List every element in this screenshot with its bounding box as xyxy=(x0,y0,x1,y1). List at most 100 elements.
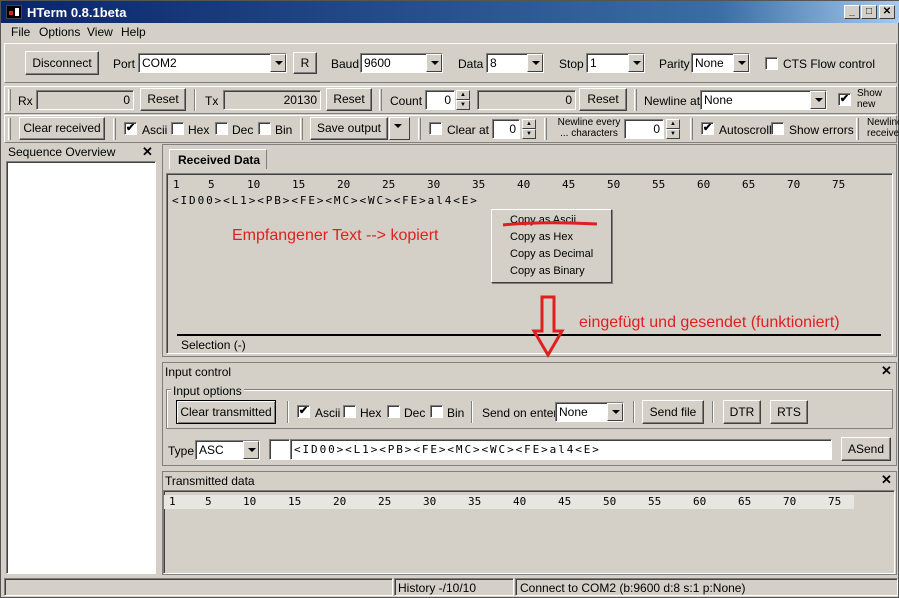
count-input[interactable]: 0 xyxy=(425,90,455,110)
ruler-tick: 1 xyxy=(173,178,180,191)
tx-reset-button[interactable]: Reset xyxy=(326,88,372,111)
newline-every-up-icon[interactable]: ▲ xyxy=(666,119,680,129)
autoscroll-label: Autoscroll xyxy=(719,123,772,137)
menu-options[interactable]: Options xyxy=(39,25,80,39)
toolbar-grip[interactable] xyxy=(544,118,547,140)
maximize-icon[interactable]: □ xyxy=(861,5,877,19)
ruler-tick: 60 xyxy=(697,178,711,191)
newline-every-down-icon[interactable]: ▼ xyxy=(666,129,680,139)
count-down-icon[interactable]: ▼ xyxy=(456,100,470,110)
save-output-dropdown[interactable] xyxy=(389,117,410,140)
clear-transmitted-button[interactable]: Clear transmitted xyxy=(176,400,276,424)
chevron-down-icon[interactable] xyxy=(733,54,749,72)
refresh-ports-button[interactable]: R xyxy=(293,52,317,74)
show-errors-checkbox[interactable] xyxy=(771,122,784,135)
ruler-tick: 75 xyxy=(832,178,846,191)
baud-label: Baud xyxy=(331,57,360,71)
send-on-enter-select[interactable]: None xyxy=(555,402,624,422)
sequence-list[interactable] xyxy=(6,161,156,574)
stop-bits-select[interactable]: 1 xyxy=(586,53,645,73)
toolbar-grip[interactable] xyxy=(8,118,11,140)
tx-ascii-checkbox[interactable]: ✔ xyxy=(297,405,310,418)
data-bits-select[interactable]: 8 xyxy=(486,53,544,73)
newline-at-label: Newline at xyxy=(644,94,701,108)
toolbar-grip[interactable] xyxy=(8,89,11,111)
menu-help[interactable]: Help xyxy=(121,25,146,39)
chevron-down-icon[interactable] xyxy=(628,54,644,72)
tx-ascii-label: Ascii xyxy=(315,406,341,420)
menu-view[interactable]: View xyxy=(87,25,113,39)
parity-select[interactable]: None xyxy=(691,53,750,73)
title-bar: HTerm 0.8.1beta _ □ ✕ xyxy=(1,1,899,23)
toolbar-grip[interactable] xyxy=(300,118,303,140)
clear-at-up-icon[interactable]: ▲ xyxy=(522,119,536,129)
status-cell-empty xyxy=(4,578,393,596)
port-select[interactable]: COM2 xyxy=(138,53,287,73)
ruler-tick: 55 xyxy=(648,495,662,508)
clear-at-checkbox[interactable] xyxy=(429,122,442,135)
type-select[interactable]: ASC xyxy=(195,440,260,460)
chevron-down-icon[interactable] xyxy=(527,54,543,72)
ruler-tick: 50 xyxy=(603,495,617,508)
minimize-icon[interactable]: _ xyxy=(844,5,860,19)
rx-bin-checkbox[interactable] xyxy=(258,122,271,135)
count-label: Count xyxy=(390,94,423,108)
autoscroll-checkbox[interactable]: ✔ xyxy=(701,122,714,135)
chevron-down-icon[interactable] xyxy=(426,54,442,72)
history-status: History -/10/10 xyxy=(398,581,477,595)
rx-dec-checkbox[interactable] xyxy=(215,122,228,135)
tx-bin-checkbox[interactable] xyxy=(430,405,443,418)
menu-file[interactable]: File xyxy=(11,25,30,39)
close-icon[interactable]: ✕ xyxy=(881,363,892,379)
close-icon[interactable]: ✕ xyxy=(879,5,895,19)
tx-dec-checkbox[interactable] xyxy=(387,405,400,418)
copy-as-hex-item[interactable]: Copy as Hex xyxy=(510,231,573,243)
rx-reset-button[interactable]: Reset xyxy=(140,88,186,111)
rx-ascii-checkbox[interactable]: ✔ xyxy=(124,122,137,135)
chevron-down-icon[interactable] xyxy=(270,54,286,72)
copy-as-binary-item[interactable]: Copy as Binary xyxy=(510,265,585,277)
clear-at-down-icon[interactable]: ▼ xyxy=(522,129,536,139)
toolbar-grip[interactable] xyxy=(113,118,116,140)
dtr-button[interactable]: DTR xyxy=(723,400,761,424)
tx-hex-checkbox[interactable] xyxy=(343,405,356,418)
clear-at-input[interactable]: 0 xyxy=(492,119,520,139)
count-up-icon[interactable]: ▲ xyxy=(456,90,470,100)
disconnect-button[interactable]: Disconnect xyxy=(25,51,99,75)
count-reset-button[interactable]: Reset xyxy=(579,88,627,111)
baud-select[interactable]: 9600 xyxy=(360,53,443,73)
copy-as-decimal-item[interactable]: Copy as Decimal xyxy=(510,248,593,260)
ruler-tick: 15 xyxy=(292,178,306,191)
newline-every-input[interactable]: 0 xyxy=(624,119,664,139)
show-newline-checkbox[interactable]: ✔ xyxy=(838,93,851,106)
close-icon[interactable]: ✕ xyxy=(142,144,153,160)
send-input[interactable]: <ID00><L1><PB><FE><MC><WC><FE>al4<E> xyxy=(290,439,832,460)
clear-received-button[interactable]: Clear received xyxy=(19,117,105,140)
send-file-button[interactable]: Send file xyxy=(642,400,704,424)
toolbar-grip[interactable] xyxy=(379,89,382,111)
cts-checkbox[interactable] xyxy=(765,57,778,70)
rx-bin-label: Bin xyxy=(275,123,293,137)
toolbar-separator xyxy=(194,89,196,111)
toolbar-grip[interactable] xyxy=(690,118,693,140)
toolbar-grip[interactable] xyxy=(634,89,637,111)
tab-received-data[interactable]: Received Data xyxy=(169,149,267,169)
asend-button[interactable]: ASend xyxy=(841,437,891,461)
ruler-tick: 40 xyxy=(517,178,531,191)
rx-hex-checkbox[interactable] xyxy=(171,122,184,135)
ruler-tick: 70 xyxy=(787,178,801,191)
rts-button[interactable]: RTS xyxy=(770,400,808,424)
chevron-down-icon[interactable] xyxy=(810,91,826,109)
save-output-button[interactable]: Save output xyxy=(310,117,388,140)
received-data-line[interactable]: <ID00><L1><PB><FE><MC><WC><FE>al4<E> xyxy=(172,194,479,207)
toolbar-grip[interactable] xyxy=(856,118,859,140)
close-icon[interactable]: ✕ xyxy=(881,472,892,488)
chevron-down-icon[interactable] xyxy=(607,403,623,421)
tx-count: 20130 xyxy=(223,90,321,110)
toolbar-grip[interactable] xyxy=(418,118,421,140)
input-prefix-field[interactable] xyxy=(269,439,290,460)
input-options-title: Input options xyxy=(171,384,244,398)
newline-at-select[interactable]: None xyxy=(700,90,827,110)
input-control-title: Input control xyxy=(165,365,232,379)
chevron-down-icon[interactable] xyxy=(243,441,259,459)
